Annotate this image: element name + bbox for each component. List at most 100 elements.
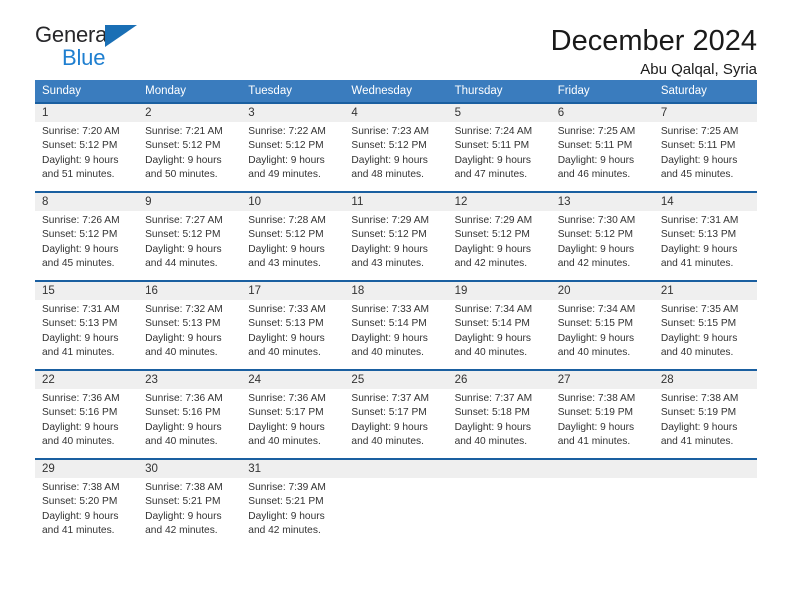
day-number-row: 29 30 31 <box>35 459 757 478</box>
day-number[interactable]: 8 <box>35 192 139 211</box>
day-cell[interactable]: Sunrise: 7:24 AM Sunset: 5:11 PM Daylight:… <box>447 122 551 191</box>
day-number[interactable]: 1 <box>35 104 139 122</box>
daylight-text: Daylight: 9 hours and 43 minutes. <box>351 243 428 270</box>
day-cell-empty <box>344 477 448 547</box>
day-number[interactable]: 11 <box>344 192 448 211</box>
day-number[interactable]: 29 <box>35 459 139 478</box>
day-cell[interactable]: Sunrise: 7:37 AM Sunset: 5:17 PM Daylight:… <box>344 388 448 458</box>
daylight-text: Daylight: 9 hours and 42 minutes. <box>557 243 635 270</box>
sunrise-text: Sunrise: 7:23 AM <box>351 126 430 137</box>
sunset-text: Sunset: 5:17 PM <box>351 407 427 419</box>
day-cell[interactable]: Sunrise: 7:38 AM Sunset: 5:19 PM Daylight:… <box>550 388 654 458</box>
day-cell[interactable]: Sunrise: 7:32 AM Sunset: 5:13 PM Daylight:… <box>138 299 242 369</box>
day-number[interactable]: 31 <box>241 459 345 478</box>
day-number[interactable]: 2 <box>138 104 242 122</box>
day-cell[interactable]: Sunrise: 7:27 AM Sunset: 5:12 PM Daylight:… <box>138 210 242 280</box>
day-number[interactable]: 21 <box>653 281 757 300</box>
day-cell[interactable]: Sunrise: 7:36 AM Sunset: 5:17 PM Daylight:… <box>241 388 345 458</box>
sunrise-text: Sunrise: 7:35 AM <box>660 303 739 315</box>
sunset-text: Sunset: 5:12 PM <box>351 140 427 152</box>
logo-text-blue: Blue <box>62 45 106 70</box>
day-number[interactable]: 26 <box>447 370 551 389</box>
day-cell[interactable]: Sunrise: 7:20 AM Sunset: 5:12 PM Daylight:… <box>35 122 139 191</box>
day-number[interactable]: 19 <box>447 281 551 300</box>
day-cell[interactable]: Sunrise: 7:33 AM Sunset: 5:13 PM Daylight:… <box>241 299 345 369</box>
weekday-header-sunday: Sunday <box>35 80 139 102</box>
daylight-text: Daylight: 9 hours and 46 minutes. <box>557 154 635 181</box>
daylight-text: Daylight: 9 hours and 42 minutes. <box>248 510 325 537</box>
sunrise-text: Sunrise: 7:33 AM <box>351 303 430 315</box>
daylight-text: Daylight: 9 hours and 49 minutes. <box>248 154 325 181</box>
day-cell[interactable]: Sunrise: 7:25 AM Sunset: 5:11 PM Daylight:… <box>550 122 654 191</box>
day-number[interactable]: 24 <box>241 370 345 389</box>
day-number[interactable]: 12 <box>447 192 551 211</box>
sunrise-text: Sunrise: 7:26 AM <box>42 214 120 226</box>
day-cell[interactable]: Sunrise: 7:36 AM Sunset: 5:16 PM Daylight:… <box>138 388 242 458</box>
day-cell[interactable]: Sunrise: 7:35 AM Sunset: 5:15 PM Daylight:… <box>653 299 757 369</box>
day-number[interactable]: 20 <box>550 281 654 300</box>
day-cell[interactable]: Sunrise: 7:28 AM Sunset: 5:12 PM Daylight:… <box>241 210 345 280</box>
day-cell[interactable]: Sunrise: 7:31 AM Sunset: 5:13 PM Daylight:… <box>35 299 139 369</box>
day-cell[interactable]: Sunrise: 7:37 AM Sunset: 5:18 PM Daylight:… <box>447 388 551 458</box>
day-cell[interactable]: Sunrise: 7:33 AM Sunset: 5:14 PM Daylight:… <box>344 299 448 369</box>
daylight-text: Daylight: 9 hours and 40 minutes. <box>351 421 428 448</box>
day-number-row: 8 9 10 11 12 13 14 <box>35 192 757 211</box>
sunrise-text: Sunrise: 7:37 AM <box>351 392 430 404</box>
general-blue-logo[interactable]: General Blue <box>35 24 153 72</box>
day-number[interactable]: 17 <box>241 281 345 300</box>
day-cell[interactable]: Sunrise: 7:21 AM Sunset: 5:12 PM Daylight:… <box>138 122 242 191</box>
day-number[interactable]: 28 <box>653 370 757 389</box>
day-cell[interactable]: Sunrise: 7:34 AM Sunset: 5:14 PM Daylight:… <box>447 299 551 369</box>
sunset-text: Sunset: 5:14 PM <box>351 318 427 330</box>
sunset-text: Sunset: 5:12 PM <box>42 229 118 241</box>
day-number[interactable]: 7 <box>653 104 757 122</box>
daylight-text: Daylight: 9 hours and 45 minutes. <box>660 154 738 181</box>
day-number[interactable]: 16 <box>138 281 242 300</box>
day-number[interactable]: 22 <box>35 370 139 389</box>
day-number[interactable]: 15 <box>35 281 139 300</box>
day-cell[interactable]: Sunrise: 7:38 AM Sunset: 5:19 PM Daylight:… <box>653 388 757 458</box>
day-cell[interactable]: Sunrise: 7:36 AM Sunset: 5:16 PM Daylight:… <box>35 388 139 458</box>
day-number[interactable]: 9 <box>138 192 242 211</box>
day-number-empty <box>653 459 757 478</box>
day-cell-empty <box>653 477 757 547</box>
sunset-text: Sunset: 5:14 PM <box>454 318 530 330</box>
day-number[interactable]: 3 <box>241 104 345 122</box>
logo-triangle-icon <box>105 25 137 47</box>
day-number[interactable]: 25 <box>344 370 448 389</box>
day-number-empty <box>550 459 654 478</box>
day-cell[interactable]: Sunrise: 7:38 AM Sunset: 5:20 PM Daylight:… <box>35 477 139 547</box>
day-number[interactable]: 10 <box>241 192 345 211</box>
day-number[interactable]: 5 <box>447 104 551 122</box>
daylight-text: Daylight: 9 hours and 40 minutes. <box>145 332 222 359</box>
day-number[interactable]: 18 <box>344 281 448 300</box>
day-number[interactable]: 30 <box>138 459 242 478</box>
day-cell[interactable]: Sunrise: 7:29 AM Sunset: 5:12 PM Daylight:… <box>344 210 448 280</box>
daylight-text: Daylight: 9 hours and 47 minutes. <box>454 154 532 181</box>
day-number[interactable]: 13 <box>550 192 654 211</box>
day-number[interactable]: 14 <box>653 192 757 211</box>
sunrise-text: Sunrise: 7:25 AM <box>557 126 636 137</box>
day-cell[interactable]: Sunrise: 7:30 AM Sunset: 5:12 PM Daylight:… <box>550 210 654 280</box>
day-number[interactable]: 27 <box>550 370 654 389</box>
sunset-text: Sunset: 5:12 PM <box>145 229 221 241</box>
sunrise-text: Sunrise: 7:28 AM <box>248 214 326 226</box>
day-cell[interactable]: Sunrise: 7:38 AM Sunset: 5:21 PM Daylight:… <box>138 477 242 547</box>
sunset-text: Sunset: 5:11 PM <box>557 140 633 152</box>
day-number[interactable]: 4 <box>344 104 448 122</box>
day-number[interactable]: 23 <box>138 370 242 389</box>
sunrise-text: Sunrise: 7:38 AM <box>660 392 739 404</box>
day-cell[interactable]: Sunrise: 7:26 AM Sunset: 5:12 PM Daylight:… <box>35 210 139 280</box>
sunrise-text: Sunrise: 7:32 AM <box>145 303 223 315</box>
day-number[interactable]: 6 <box>550 104 654 122</box>
day-cell[interactable]: Sunrise: 7:25 AM Sunset: 5:11 PM Daylight:… <box>653 122 757 191</box>
day-cell[interactable]: Sunrise: 7:23 AM Sunset: 5:12 PM Daylight:… <box>344 122 448 191</box>
sunrise-text: Sunrise: 7:33 AM <box>248 303 326 315</box>
day-cell[interactable]: Sunrise: 7:29 AM Sunset: 5:12 PM Daylight:… <box>447 210 551 280</box>
sunset-text: Sunset: 5:19 PM <box>557 407 634 419</box>
daylight-text: Daylight: 9 hours and 40 minutes. <box>454 421 532 448</box>
day-cell[interactable]: Sunrise: 7:39 AM Sunset: 5:21 PM Daylight:… <box>241 477 345 547</box>
day-cell[interactable]: Sunrise: 7:22 AM Sunset: 5:12 PM Daylight:… <box>241 122 345 191</box>
day-cell[interactable]: Sunrise: 7:34 AM Sunset: 5:15 PM Daylight:… <box>550 299 654 369</box>
day-cell[interactable]: Sunrise: 7:31 AM Sunset: 5:13 PM Daylight:… <box>653 210 757 280</box>
